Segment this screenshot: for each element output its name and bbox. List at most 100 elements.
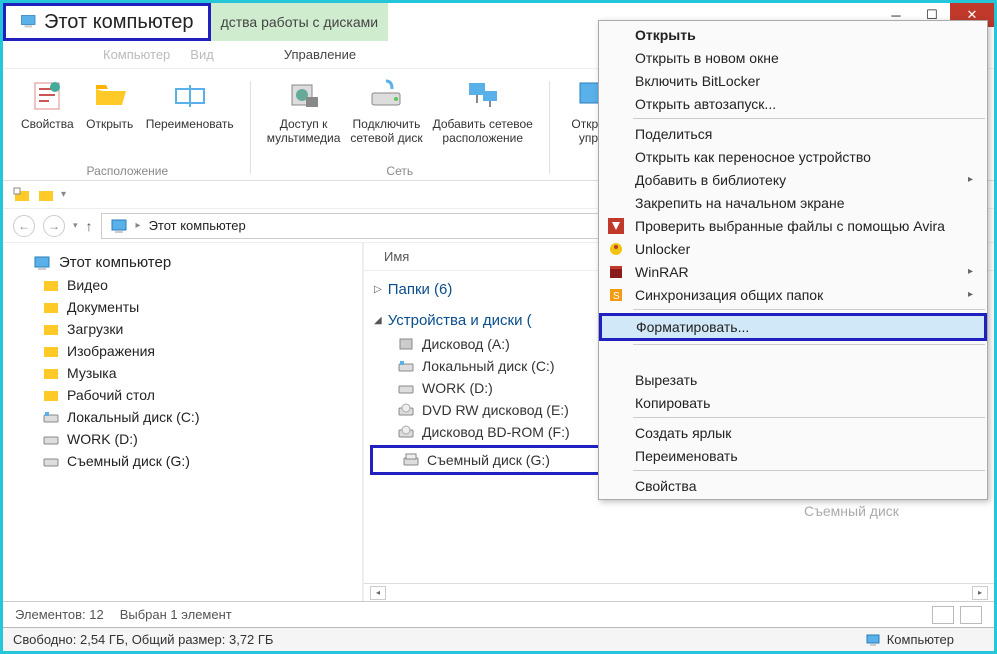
- winrar-icon: [607, 263, 625, 281]
- ribbon-properties[interactable]: Свойства: [21, 75, 74, 131]
- ribbon-add-netloc[interactable]: Добавить сетевое расположение: [433, 75, 533, 145]
- navigation-pane: Этот компьютер Видео Документы Загрузки …: [3, 243, 363, 601]
- menu-computer[interactable]: Компьютер: [103, 47, 170, 62]
- drive-icon: [43, 410, 59, 424]
- footer-bar: Свободно: 2,54 ГБ, Общий размер: 3,72 ГБ…: [3, 627, 994, 651]
- ctx-label: Открыть как переносное устройство: [635, 149, 871, 165]
- ribbon-label: Переименовать: [146, 117, 234, 131]
- nav-local-c[interactable]: Локальный диск (C:): [3, 406, 362, 428]
- ctx-library[interactable]: Добавить в библиотеку▸: [599, 168, 987, 191]
- nav-root[interactable]: Этот компьютер: [3, 251, 362, 274]
- nav-label: Локальный диск (C:): [67, 409, 200, 425]
- nav-removable-g[interactable]: Съемный диск (G:): [3, 450, 362, 472]
- nav-documents[interactable]: Документы: [3, 296, 362, 318]
- folder-icon: [43, 322, 59, 336]
- view-details-button[interactable]: [932, 606, 954, 624]
- file-label: Дисковод BD-ROM (F:): [422, 424, 570, 440]
- nav-videos[interactable]: Видео: [3, 274, 362, 296]
- folder-icon: [43, 344, 59, 358]
- ctx-label: Открыть: [635, 27, 696, 43]
- ctx-copy[interactable]: Копировать: [599, 391, 987, 414]
- ribbon-tab-context[interactable]: дства работы с дисками: [211, 3, 389, 41]
- ribbon-label: Открыть: [86, 117, 133, 131]
- ctx-label: Копировать: [635, 395, 710, 411]
- back-button[interactable]: ←: [13, 215, 35, 237]
- title-highlight-box: Этот компьютер: [3, 3, 211, 41]
- folder-icon: [43, 278, 59, 292]
- ctx-rename[interactable]: Переименовать: [599, 444, 987, 467]
- status-bar: Элементов: 12 Выбран 1 элемент: [3, 601, 994, 627]
- ctx-label: Проверить выбранные файлы с помощью Avir…: [635, 218, 945, 234]
- group-label: Устройства и диски (: [388, 312, 532, 329]
- svg-text:S: S: [613, 291, 620, 302]
- chevron-down-icon[interactable]: ▾: [61, 189, 66, 200]
- ctx-label: Unlocker: [635, 241, 690, 257]
- ctx-label: Открыть автозапуск...: [635, 96, 776, 112]
- ctx-shortcut[interactable]: Создать ярлык: [599, 421, 987, 444]
- ribbon-map-drive[interactable]: Подключить сетевой диск: [350, 75, 422, 145]
- ctx-label: Вырезать: [635, 372, 697, 388]
- ctx-label: Добавить в библиотеку: [635, 172, 786, 188]
- ctx-portable[interactable]: Открыть как переносное устройство: [599, 145, 987, 168]
- nav-music[interactable]: Музыка: [3, 362, 362, 384]
- ribbon-open[interactable]: Открыть: [84, 75, 136, 131]
- folder-icon[interactable]: [37, 187, 55, 203]
- nav-pictures[interactable]: Изображения: [3, 340, 362, 362]
- sync-icon: S: [607, 286, 625, 304]
- ctx-sync[interactable]: SСинхронизация общих папок▸: [599, 283, 987, 306]
- ribbon-media-access[interactable]: Доступ к мультимедиа: [267, 75, 341, 145]
- collapse-icon[interactable]: ◢: [374, 315, 382, 326]
- nav-downloads[interactable]: Загрузки: [3, 318, 362, 340]
- ctx-autorun[interactable]: Открыть автозапуск...: [599, 92, 987, 115]
- media-icon: [284, 75, 324, 115]
- floppy-icon: [398, 337, 414, 351]
- file-label: Локальный диск (C:): [422, 358, 555, 374]
- ctx-bitlocker[interactable]: Включить BitLocker: [599, 69, 987, 92]
- forward-button[interactable]: →: [43, 215, 65, 237]
- ctx-open-new-window[interactable]: Открыть в новом окне: [599, 46, 987, 69]
- file-label: DVD RW дисковод (E:): [422, 402, 569, 418]
- ctx-spacer: [599, 348, 987, 368]
- ctx-cut[interactable]: Вырезать: [599, 368, 987, 391]
- ctx-label: WinRAR: [635, 264, 689, 280]
- ctx-unlocker[interactable]: Unlocker: [599, 237, 987, 260]
- menu-manage[interactable]: Управление: [284, 47, 356, 62]
- rename-icon: [170, 75, 210, 115]
- breadcrumb[interactable]: Этот компьютер: [149, 218, 246, 233]
- drive-icon: [398, 381, 414, 395]
- ribbon-group-label: Сеть: [267, 161, 533, 180]
- ribbon-rename[interactable]: Переименовать: [146, 75, 234, 131]
- drive-icon: [43, 432, 59, 446]
- ctx-share[interactable]: Поделиться: [599, 122, 987, 145]
- group-label: Папки (6): [388, 281, 453, 298]
- ctx-label: Свойства: [635, 478, 696, 494]
- scroll-right-icon[interactable]: ▸: [972, 586, 988, 600]
- file-label: Дисковод (A:): [422, 336, 510, 352]
- ctx-label: Форматировать...: [636, 319, 749, 335]
- ctx-pin[interactable]: Закрепить на начальном экране: [599, 191, 987, 214]
- nav-desktop[interactable]: Рабочий стол: [3, 384, 362, 406]
- computer-icon: [20, 14, 38, 30]
- recent-dropdown[interactable]: ▾: [73, 220, 78, 231]
- view-icons-button[interactable]: [960, 606, 982, 624]
- expand-icon[interactable]: ▷: [374, 284, 382, 295]
- ctx-open[interactable]: Открыть: [599, 23, 987, 46]
- ctx-label: Поделиться: [635, 126, 712, 142]
- status-selected: Выбран 1 элемент: [120, 607, 232, 622]
- ctx-separator: [633, 309, 985, 310]
- nav-label: Видео: [67, 277, 108, 293]
- column-name[interactable]: Имя: [384, 249, 409, 264]
- new-folder-icon[interactable]: [13, 187, 31, 203]
- menu-view[interactable]: Вид: [190, 47, 214, 62]
- ctx-winrar[interactable]: WinRAR▸: [599, 260, 987, 283]
- nav-label: WORK (D:): [67, 431, 138, 447]
- nav-work-d[interactable]: WORK (D:): [3, 428, 362, 450]
- scroll-left-icon[interactable]: ◂: [370, 586, 386, 600]
- ctx-label: Синхронизация общих папок: [635, 287, 823, 303]
- up-button[interactable]: ↑: [86, 218, 93, 234]
- ctx-format-selected[interactable]: Форматировать...: [599, 313, 987, 341]
- horizontal-scrollbar[interactable]: ◂ ▸: [364, 583, 994, 601]
- bd-icon: [398, 425, 414, 439]
- ctx-properties[interactable]: Свойства: [599, 474, 987, 497]
- ctx-avira[interactable]: Проверить выбранные файлы с помощью Avir…: [599, 214, 987, 237]
